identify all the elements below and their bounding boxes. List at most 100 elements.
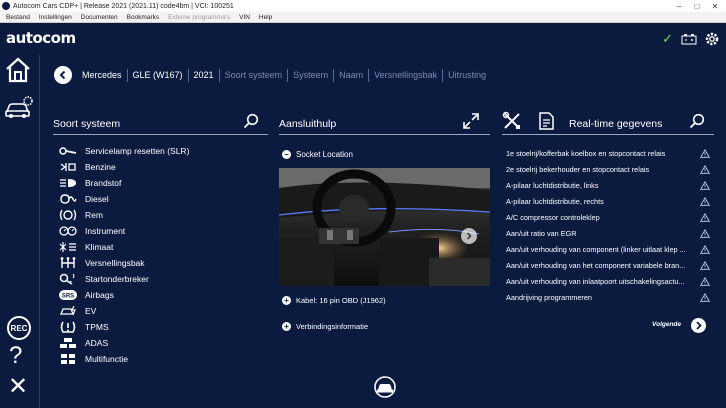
warning-icon [700, 228, 710, 238]
breadcrumb-model[interactable]: GLE (W167) [133, 70, 183, 80]
list-item-slr[interactable]: Servicelamp resetten (SLR) [58, 143, 268, 159]
warning-icon [700, 260, 710, 270]
window-title: Autocom Cars CDP+ | Release 2021 (2021.1… [13, 2, 234, 10]
breadcrumb-system: Systeem [293, 70, 329, 80]
menu-documenten[interactable]: Documenten [81, 14, 118, 21]
realtime-item[interactable]: A-pilaar luchtdistributie, rechts [506, 193, 710, 209]
realtime-item-label: Aan/uit verhouding van het component var… [506, 260, 686, 270]
svg-text:SRS: SRS [62, 294, 74, 300]
minimize-button[interactable]: – [670, 2, 688, 11]
realtime-data-title: Real-time gegevens [569, 118, 663, 130]
menu-bestand[interactable]: Bestand [6, 14, 30, 21]
ev-icon [58, 305, 78, 317]
list-item-label: Instrument [85, 226, 126, 236]
instrument-cluster-icon [58, 225, 78, 237]
list-item-rem[interactable]: Rem [58, 207, 268, 223]
right-panel-divider [502, 134, 714, 135]
app-icon [2, 2, 10, 10]
search-icon[interactable] [243, 113, 259, 129]
list-item-label: Rem [85, 210, 103, 220]
menu-help[interactable]: Help [259, 14, 272, 21]
image-next-button[interactable] [461, 228, 477, 244]
next-label[interactable]: Volgende [652, 321, 681, 328]
expand-icon[interactable] [462, 112, 480, 130]
window-titlebar: Autocom Cars CDP+ | Release 2021 (2021.1… [0, 0, 726, 12]
cable-info-toggle[interactable]: + Kabel: 16 pin OBD (J1962) [282, 296, 386, 305]
fuel-injector-icon [58, 161, 78, 173]
realtime-item[interactable]: A/C compressor controleklep [506, 209, 710, 225]
menu-bookmarks[interactable]: Bookmarks [127, 14, 160, 21]
realtime-item-label: Aan/uit verhouding van inlaatpoort uitsc… [506, 276, 685, 286]
expand-plus-icon: + [282, 296, 291, 305]
connection-info-toggle[interactable]: + Verbindingsinformatie [282, 322, 368, 331]
realtime-item[interactable]: A-pilaar luchtdistributie, links [506, 177, 710, 193]
list-item-benzine[interactable]: Benzine [58, 159, 268, 175]
socket-location-label: Socket Location [296, 150, 353, 159]
realtime-item-label: 1e stoelrij/kofferbak koelbox en stopcon… [506, 148, 666, 158]
list-item-diesel[interactable]: Diesel [58, 191, 268, 207]
airbag-icon: SRS [58, 289, 78, 301]
list-item-tpms[interactable]: TPMS [58, 319, 268, 335]
list-item-ev[interactable]: EV [58, 303, 268, 319]
realtime-item[interactable]: Aan/uit ratio van EGR [506, 225, 710, 241]
menubar: Bestand Instellingen Documenten Bookmark… [0, 12, 726, 23]
glow-plug-icon [58, 193, 78, 205]
warning-icon [700, 244, 710, 254]
next-button[interactable] [691, 318, 706, 333]
list-item-adas[interactable]: ADAS [58, 335, 268, 351]
tools-icon[interactable] [502, 111, 522, 131]
settings-gear-icon[interactable] [704, 31, 720, 47]
realtime-data-list: 1e stoelrij/kofferbak koelbox en stopcon… [506, 145, 710, 305]
realtime-item[interactable]: Aandrijving programmeren [506, 289, 710, 305]
realtime-item[interactable]: 2e stoelrij bekerhouder en stopcontact r… [506, 161, 710, 177]
key-icon [58, 273, 78, 285]
realtime-item[interactable]: Aan/uit verhouding van inlaatpoort uitsc… [506, 273, 710, 289]
connection-info-label: Verbindingsinformatie [296, 322, 369, 331]
list-item-label: Benzine [85, 162, 116, 172]
record-button[interactable]: REC [7, 316, 31, 340]
list-item-versnellingsbak[interactable]: Versnellingsbak [58, 255, 268, 271]
search-icon[interactable] [689, 113, 705, 129]
app-area: autocom ✓ REC ? ✕ Mercedes GLE (W167) 20… [0, 23, 726, 408]
vehicle-connection-icon[interactable] [371, 376, 399, 398]
car-diagnostics-icon[interactable] [4, 95, 34, 119]
list-item-label: TPMS [85, 322, 109, 332]
warning-icon [700, 148, 710, 158]
exit-icon[interactable]: ✕ [8, 375, 28, 399]
system-type-title: Soort systeem [53, 118, 121, 130]
realtime-item[interactable]: Aan/uit verhouding van het component var… [506, 257, 710, 273]
home-icon[interactable] [4, 56, 32, 84]
close-window-button[interactable]: ✕ [706, 2, 724, 11]
breadcrumb-name: Naam [339, 70, 364, 80]
breadcrumb-make[interactable]: Mercedes [82, 70, 122, 80]
expand-plus-icon: + [282, 322, 291, 331]
list-item-airbags[interactable]: SRS Airbags [58, 287, 268, 303]
realtime-item[interactable]: 1e stoelrij/kofferbak koelbox en stopcon… [506, 145, 710, 161]
list-item-startonderbreker[interactable]: Startonderbreker [58, 271, 268, 287]
list-item-instrument[interactable]: Instrument [58, 223, 268, 239]
list-item-label: Versnellingsbak [85, 258, 145, 268]
gearbox-icon [58, 257, 78, 269]
back-button[interactable] [54, 66, 72, 84]
realtime-item[interactable]: Aan/uit verhouding van component (linker… [506, 241, 710, 257]
realtime-item-label: A/C compressor controleklep [506, 212, 600, 222]
maximize-button[interactable]: □ [688, 2, 706, 11]
menu-externe-programmas: Externe programma's [168, 13, 231, 21]
socket-location-toggle[interactable]: – Socket Location [282, 150, 353, 159]
list-item-label: Diesel [85, 194, 109, 204]
breadcrumb-system-type: Soort systeem [224, 70, 283, 80]
list-item-multifunctie[interactable]: Multifunctie [58, 351, 268, 367]
report-icon[interactable] [537, 111, 555, 131]
list-item-brandstof[interactable]: Brandstof [58, 175, 268, 191]
help-icon[interactable]: ? [9, 343, 22, 369]
top-status-icons: ✓ [662, 31, 720, 47]
breadcrumb-year[interactable]: 2021 [194, 70, 214, 80]
list-item-label: Brandstof [85, 178, 122, 188]
breadcrumb-gearbox: Versnellingsbak [374, 70, 438, 80]
socket-location-image [279, 168, 490, 286]
chevron-right-icon [696, 321, 702, 330]
menu-vin[interactable]: VIN [239, 14, 250, 21]
connection-ok-icon: ✓ [662, 31, 673, 46]
list-item-klimaat[interactable]: Klimaat [58, 239, 268, 255]
menu-instellingen[interactable]: Instellingen [39, 14, 72, 21]
